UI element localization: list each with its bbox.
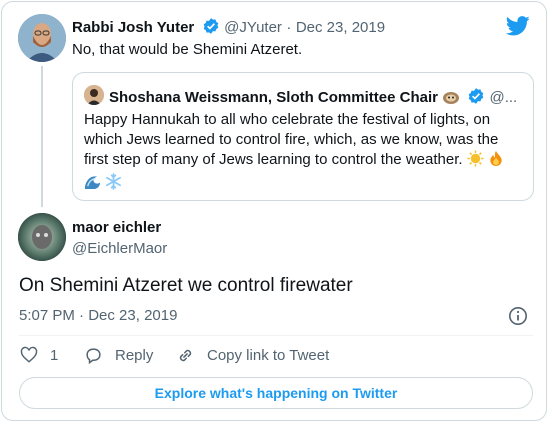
twitter-bird-icon[interactable] — [505, 16, 530, 41]
embedded-tweet-card: Rabbi Josh Yuter @JYuter · Dec 23, 2019 … — [1, 1, 547, 421]
main-tweet-text: On Shemini Atzeret we control firewater — [19, 275, 353, 296]
main-author-name[interactable]: maor eichler — [72, 219, 161, 236]
snowflake-emoji-icon — [105, 173, 122, 196]
reply-button[interactable]: Reply — [84, 346, 153, 365]
thread-connector-line — [41, 66, 43, 207]
explore-twitter-button[interactable]: Explore what's happening on Twitter — [19, 377, 533, 409]
sloth-emoji-icon — [442, 89, 460, 109]
quoted-tweet[interactable]: Shoshana Weissmann, Sloth Committee Chai… — [72, 72, 534, 201]
info-icon[interactable] — [508, 306, 528, 331]
sun-emoji-icon — [467, 150, 484, 173]
main-tweet-separator: · — [79, 307, 85, 324]
like-count: 1 — [50, 346, 59, 364]
quoted-body: Happy Hannukah to all who celebrate the … — [84, 110, 524, 196]
reply-separator: · — [286, 19, 292, 36]
reply-label: Reply — [115, 347, 154, 364]
main-tweet-time[interactable]: 5:07 PM — [19, 307, 75, 324]
avatar-josh-yuter[interactable] — [18, 14, 66, 62]
reply-author-handle[interactable]: @JYuter — [224, 19, 282, 36]
main-author-name-row: maor eichler — [72, 219, 161, 237]
verified-badge-icon — [467, 87, 485, 109]
like-button[interactable]: 1 — [20, 346, 58, 364]
fire-emoji-icon — [488, 150, 504, 173]
quoted-author-name: Shoshana Weissmann, Sloth Committee Chai… — [109, 89, 438, 106]
reply-date[interactable]: Dec 23, 2019 — [296, 19, 385, 36]
quoted-header: Shoshana Weissmann, Sloth Committee Chai… — [109, 87, 517, 109]
reply-header: Rabbi Josh Yuter @JYuter · Dec 23, 2019 — [72, 17, 385, 40]
quoted-text: Happy Hannukah to all who celebrate the … — [84, 111, 499, 168]
reply-author-name[interactable]: Rabbi Josh Yuter — [72, 19, 194, 36]
copy-link-label: Copy link to Tweet — [207, 347, 330, 364]
main-author-handle[interactable]: @EichlerMaor — [72, 240, 167, 257]
link-icon — [179, 349, 192, 362]
main-tweet-date[interactable]: Dec 23, 2019 — [88, 307, 177, 324]
divider — [19, 335, 533, 336]
copy-link-button[interactable]: Copy link to Tweet — [176, 346, 329, 365]
quoted-author-handle: @... — [489, 89, 518, 106]
avatar-maor-eichler[interactable] — [18, 213, 66, 261]
heart-icon — [20, 346, 38, 363]
wave-emoji-icon — [84, 173, 101, 196]
avatar-shoshana-weissmann — [84, 85, 104, 105]
verified-badge-icon — [202, 17, 220, 40]
main-tweet-meta: 5:07 PM · Dec 23, 2019 — [19, 307, 177, 324]
reply-text: No, that would be Shemini Atzeret. — [72, 41, 303, 58]
reply-bubble-icon — [86, 348, 101, 365]
main-author-handle-row: @EichlerMaor — [72, 240, 167, 258]
